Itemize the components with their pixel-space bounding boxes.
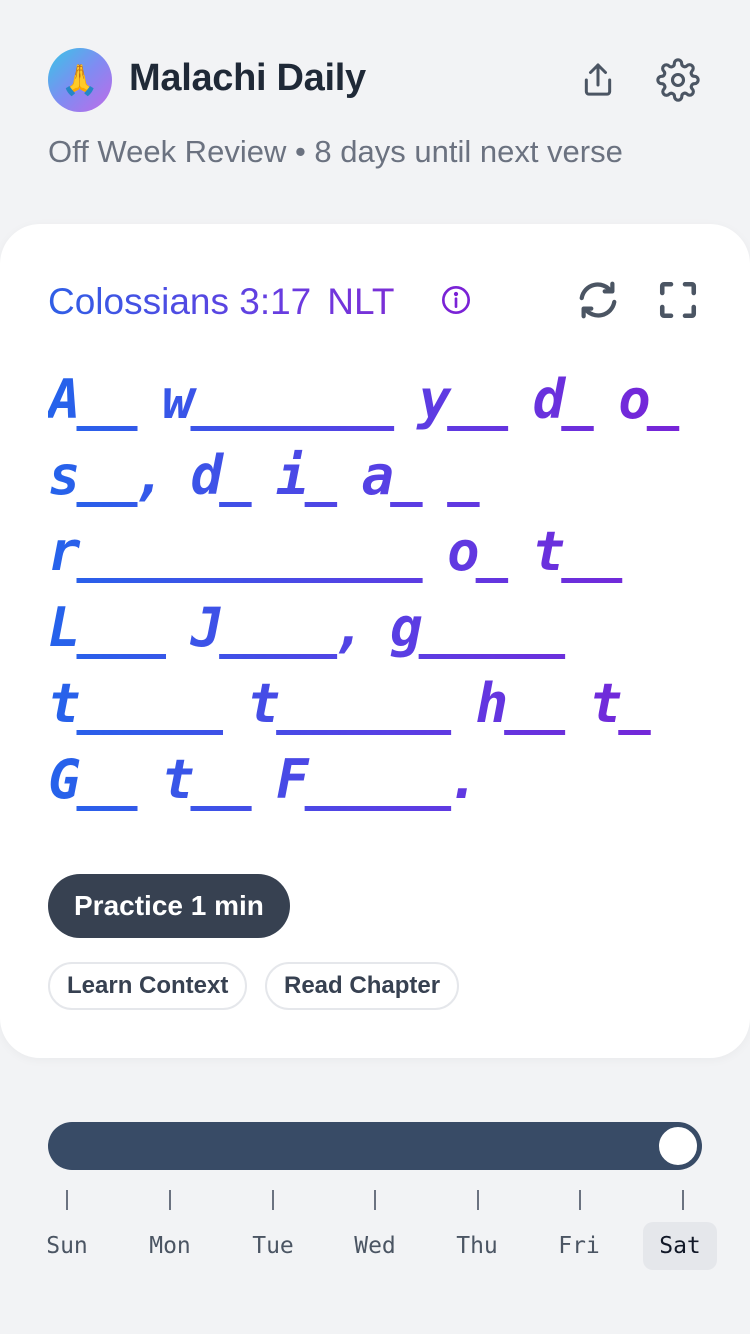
fullscreen-icon: [659, 281, 697, 319]
verse-card: Colossians 3:17 NLT A__ w_______ y__ d_ …: [0, 224, 750, 1058]
day-sat[interactable]: Sat: [643, 1222, 717, 1270]
gear-icon: [656, 58, 700, 102]
day-wed[interactable]: Wed: [338, 1222, 412, 1270]
tick-mark: [66, 1190, 68, 1210]
day-thu[interactable]: Thu: [440, 1222, 514, 1270]
week-slider-thumb[interactable]: [655, 1123, 701, 1169]
app-screen: 🙏 Malachi Daily Off Week Review • 8 days…: [0, 0, 750, 1334]
tick-mark: [477, 1190, 479, 1210]
day-mon[interactable]: Mon: [133, 1222, 207, 1270]
translation-label: NLT: [327, 281, 395, 322]
settings-button[interactable]: [656, 58, 700, 102]
day-sun[interactable]: Sun: [30, 1222, 104, 1270]
week-days: Sun Mon Tue Wed Thu Fri Sat: [0, 1222, 750, 1270]
share-icon: [584, 63, 612, 96]
info-button[interactable]: [440, 284, 472, 316]
verse-reference-text: Colossians 3:17: [48, 281, 312, 322]
verse-line: G__ t__ F_____.: [48, 742, 708, 818]
read-chapter-button[interactable]: Read Chapter: [265, 962, 460, 1010]
day-fri[interactable]: Fri: [542, 1222, 616, 1270]
review-status: Off Week Review • 8 days until next vers…: [48, 134, 623, 169]
tick-mark: [579, 1190, 581, 1210]
learn-context-button[interactable]: Learn Context: [48, 962, 248, 1010]
refresh-button[interactable]: [574, 276, 622, 324]
info-icon: [442, 286, 470, 314]
verse-line: r____________ o_ t__: [48, 514, 708, 590]
verse-line: t_____ t______ h__ t_: [48, 666, 708, 742]
tick-mark: [169, 1190, 171, 1210]
praying-hands-icon: 🙏: [61, 63, 99, 97]
tick-mark: [272, 1190, 274, 1210]
header: 🙏 Malachi Daily: [48, 48, 702, 112]
verse-line: L___ J____, g_____: [48, 590, 708, 666]
app-title: Malachi Daily: [129, 57, 366, 99]
day-tue[interactable]: Tue: [236, 1222, 310, 1270]
share-button[interactable]: [576, 58, 620, 102]
refresh-icon: [579, 281, 617, 319]
fullscreen-button[interactable]: [654, 276, 702, 324]
week-ticks: [0, 1186, 750, 1216]
tick-mark: [374, 1190, 376, 1210]
verse-line: s__, d_ i_ a_ _: [48, 438, 708, 514]
app-logo: 🙏: [48, 48, 112, 112]
tick-mark: [682, 1190, 684, 1210]
practice-button[interactable]: Practice 1 min: [48, 874, 290, 938]
verse-line: A__ w_______ y__ d_ o_: [48, 362, 708, 438]
week-slider-track[interactable]: [48, 1122, 702, 1170]
verse-text: A__ w_______ y__ d_ o_ s__, d_ i_ a_ _ r…: [48, 362, 708, 818]
verse-reference[interactable]: Colossians 3:17 NLT: [48, 281, 394, 323]
